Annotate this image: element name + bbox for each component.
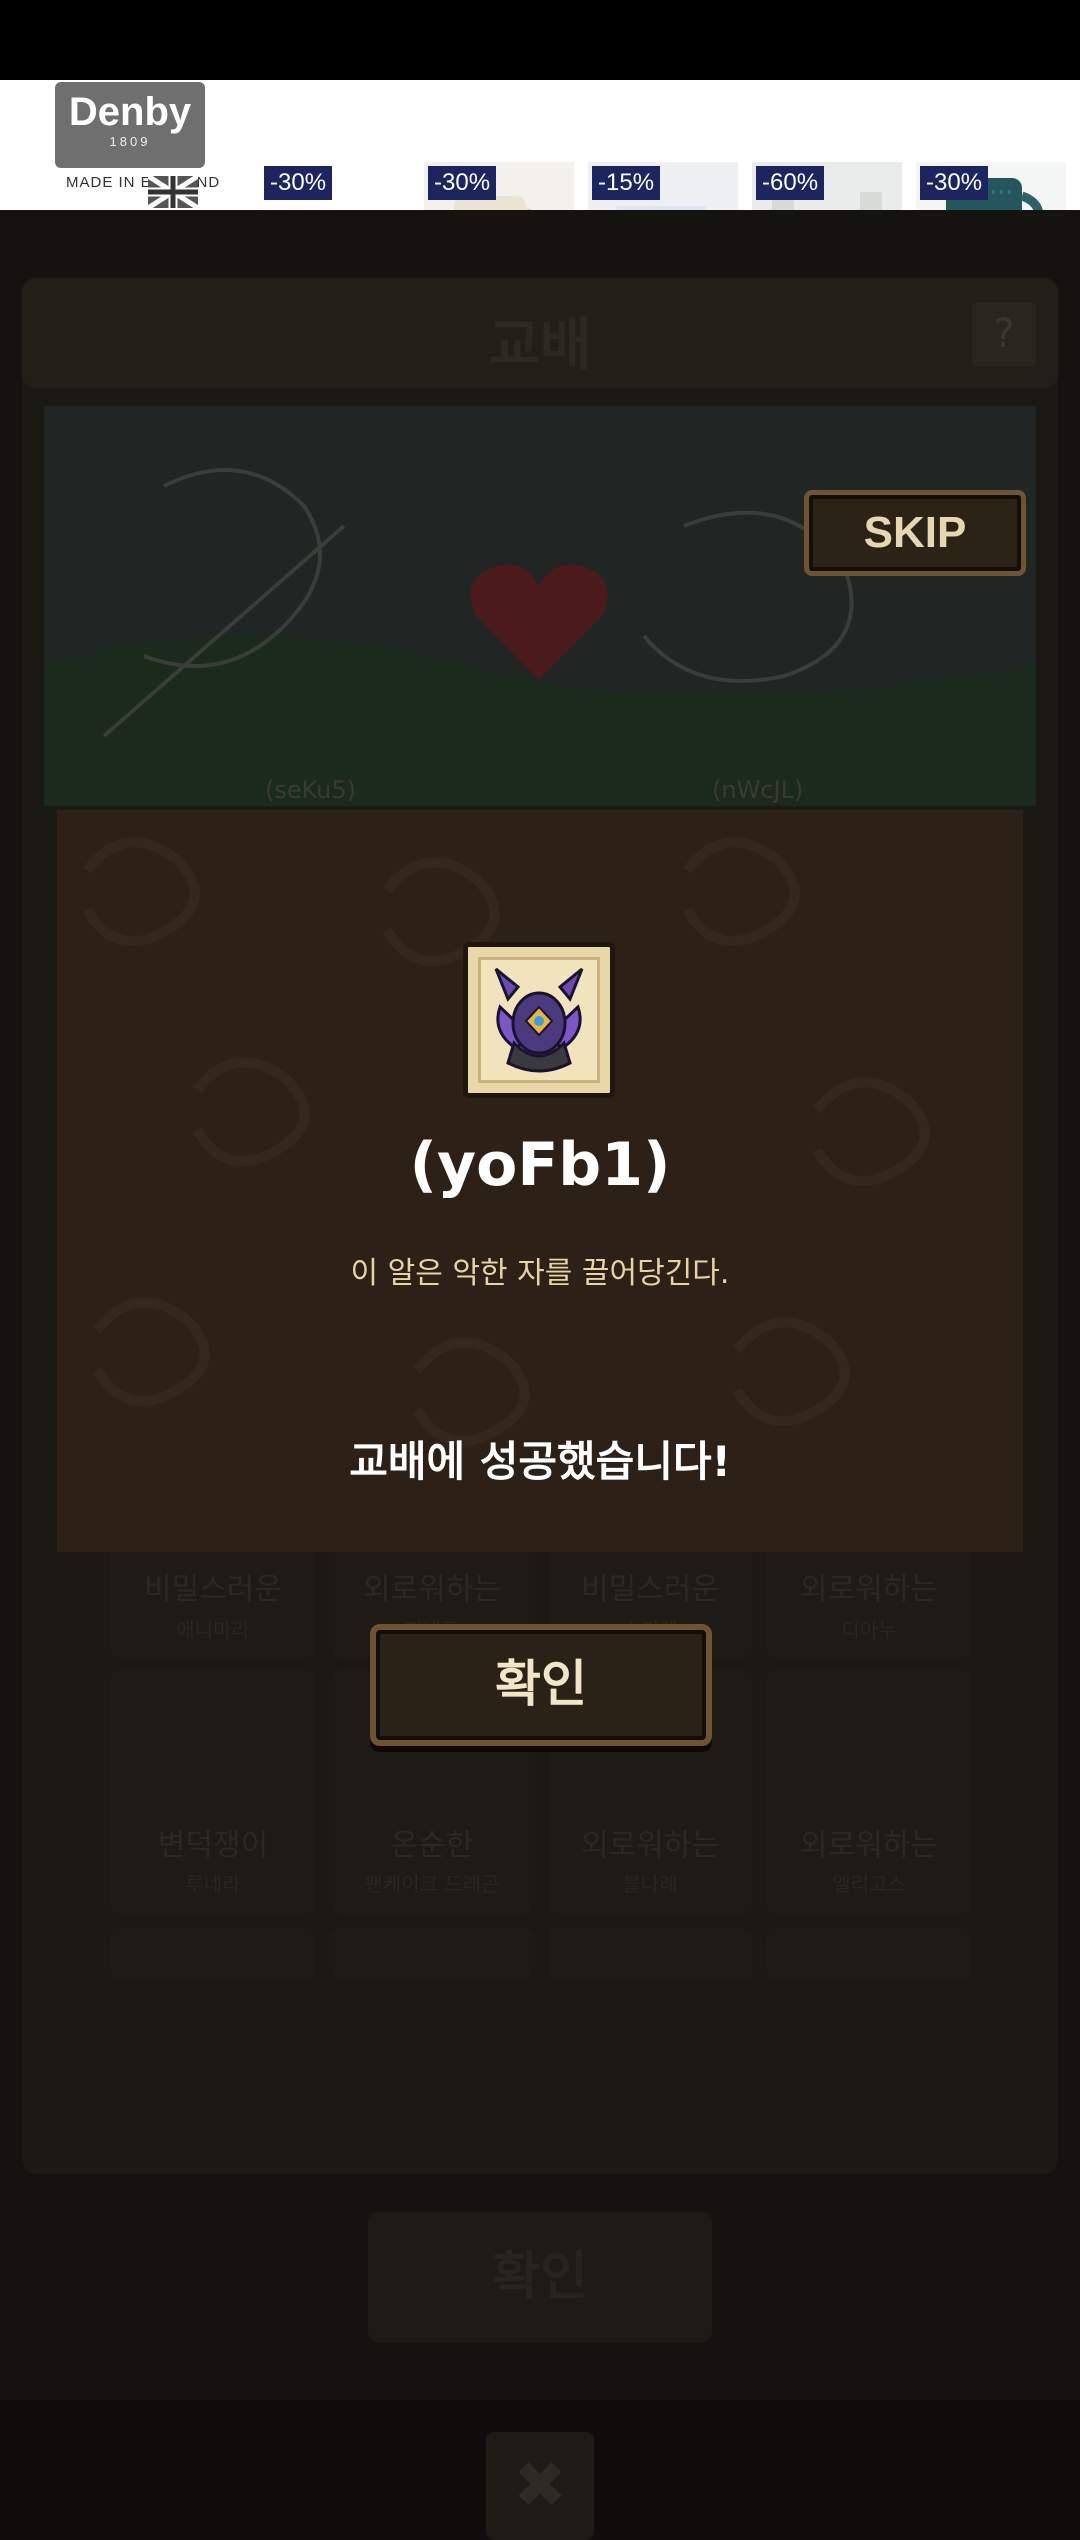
ad-banner[interactable]: Denby 1809 MADE IN ENGLAND -30% -30% -15…	[0, 80, 1080, 210]
ad-brand-logo[interactable]: Denby 1809	[55, 82, 205, 168]
confirm-button[interactable]: 확인	[370, 1624, 712, 1746]
ad-product-mug-cream[interactable]: -30%	[424, 162, 574, 210]
dragon-card[interactable]	[766, 1928, 972, 1980]
ad-product-mug-teal[interactable]: -30%	[916, 162, 1066, 210]
background-confirm-button[interactable]: 확인	[368, 2212, 712, 2342]
parent-right-name: (nWcJL)	[712, 776, 804, 804]
status-bar	[0, 0, 1080, 80]
dragon-card[interactable]: 변덕쟁이 루네라	[110, 1670, 316, 1914]
result-message: 교배에 성공했습니다!	[349, 1437, 731, 1486]
dragon-card[interactable]	[547, 1928, 753, 1980]
ad-product-plate[interactable]: -30%	[260, 162, 410, 210]
ad-product-glass-set[interactable]: -60%	[752, 162, 902, 210]
close-icon[interactable]: ✖	[486, 2432, 594, 2540]
dragon-card[interactable]: 외로워하는 엘리고스	[766, 1670, 972, 1914]
uk-flag-icon	[146, 173, 200, 210]
heart-icon	[466, 560, 612, 690]
help-button[interactable]: ?	[972, 302, 1036, 366]
page-title: 교배	[488, 313, 592, 378]
item-description: 이 알은 악한 자를 끌어당긴다.	[350, 1256, 730, 1291]
dragon-card[interactable]	[110, 1928, 316, 1980]
skip-button[interactable]: SKIP	[804, 490, 1026, 576]
item-name: (yoFb1)	[409, 1130, 671, 1200]
egg-item-frame	[463, 942, 615, 1098]
dragon-card[interactable]	[329, 1928, 535, 1980]
parent-left-name: (seKu5)	[265, 776, 357, 804]
ad-product-teacup-blue[interactable]: -15%	[588, 162, 738, 210]
dark-egg-icon	[494, 967, 584, 1073]
